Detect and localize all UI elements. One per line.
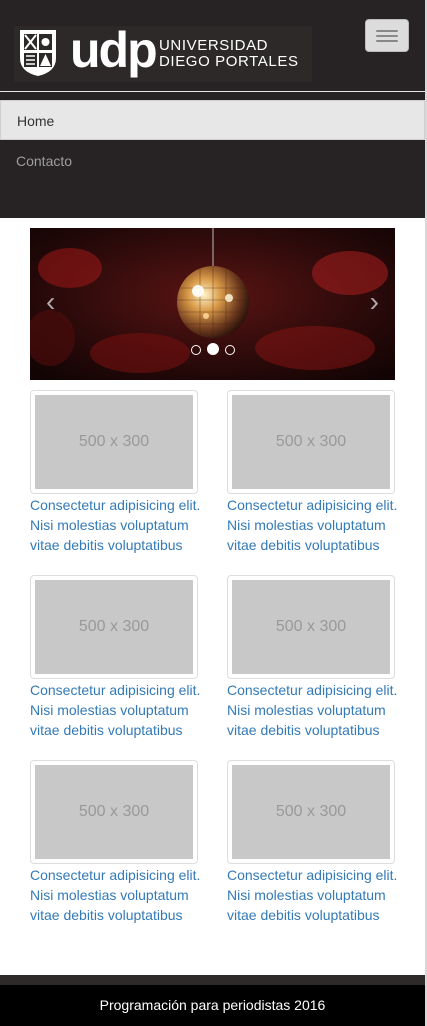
thumbnail-card[interactable]: 500 x 300: [30, 575, 198, 679]
thumbnail-card[interactable]: 500 x 300: [227, 575, 395, 679]
udp-shield-icon: [20, 30, 56, 76]
carousel-indicators: [191, 343, 237, 357]
thumbnail-card[interactable]: 500 x 300: [227, 760, 395, 864]
site-footer: Programación para periodistas 2016: [0, 985, 425, 1026]
thumbnail-caption-link[interactable]: Consectetur adipisicing elit. Nisi moles…: [227, 680, 402, 740]
udp-logo-line1: UNIVERSIDAD: [159, 37, 269, 54]
image-placeholder: 500 x 300: [232, 580, 390, 674]
footer-text: Programación para periodistas 2016: [99, 997, 326, 1013]
thumbnail-caption-link[interactable]: Consectetur adipisicing elit. Nisi moles…: [227, 495, 402, 555]
image-placeholder: 500 x 300: [232, 395, 390, 489]
navbar-divider: [0, 91, 427, 92]
hamburger-icon: [376, 40, 398, 42]
carousel-indicator[interactable]: [191, 345, 201, 355]
image-placeholder: 500 x 300: [35, 765, 193, 859]
thumbnail-card[interactable]: 500 x 300: [30, 760, 198, 864]
thumbnail-card[interactable]: 500 x 300: [30, 390, 198, 494]
thumbnail-card[interactable]: 500 x 300: [227, 390, 395, 494]
udp-logo-subtitle: UNIVERSIDAD DIEGO PORTALES: [159, 38, 299, 70]
thumbnail-caption-link[interactable]: Consectetur adipisicing elit. Nisi moles…: [227, 865, 402, 925]
nav-item-home[interactable]: Home: [0, 100, 425, 140]
footer-divider: [0, 975, 425, 985]
chevron-right-icon: ›: [369, 286, 379, 317]
udp-logo-word: udp: [70, 22, 158, 78]
carousel-prev-control[interactable]: ‹: [46, 288, 55, 316]
navbar-toggle-button[interactable]: [365, 19, 409, 52]
thumbnail-caption-link[interactable]: Consectetur adipisicing elit. Nisi moles…: [30, 495, 205, 555]
image-carousel[interactable]: ‹ ›: [30, 228, 395, 380]
image-placeholder: 500 x 300: [35, 395, 193, 489]
carousel-indicator-active[interactable]: [207, 343, 219, 355]
image-placeholder: 500 x 300: [35, 580, 193, 674]
thumbnail-caption-link[interactable]: Consectetur adipisicing elit. Nisi moles…: [30, 680, 205, 740]
hamburger-icon: [376, 35, 398, 37]
carousel-slide-image: [30, 228, 395, 380]
carousel-indicator[interactable]: [225, 345, 235, 355]
udp-logo[interactable]: udp UNIVERSIDAD DIEGO PORTALES: [14, 22, 312, 82]
udp-logo-line2: DIEGO PORTALES: [159, 53, 299, 70]
chevron-left-icon: ‹: [46, 286, 56, 317]
carousel-next-control[interactable]: ›: [370, 288, 379, 316]
nav-item-contacto[interactable]: Contacto: [16, 153, 72, 169]
navbar: udp UNIVERSIDAD DIEGO PORTALES Home Cont…: [0, 0, 427, 218]
hamburger-icon: [376, 30, 398, 32]
thumbnail-caption-link[interactable]: Consectetur adipisicing elit. Nisi moles…: [30, 865, 205, 925]
image-placeholder: 500 x 300: [232, 765, 390, 859]
